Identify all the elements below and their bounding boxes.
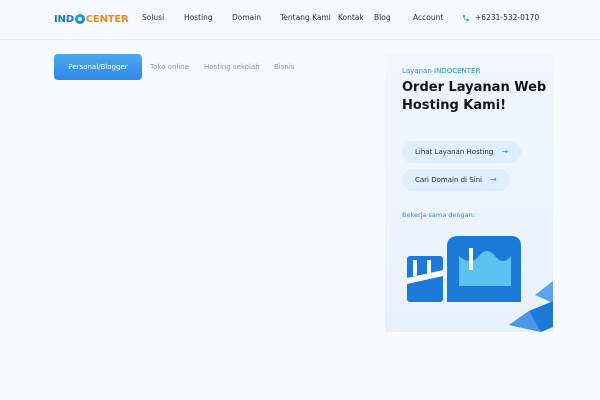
arrow-right-icon: →	[490, 175, 497, 184]
logo-text-part2: CENTER	[85, 13, 129, 25]
nav-tentang-kami[interactable]: Tentang Kami	[280, 13, 331, 22]
arrow-right-icon: →	[501, 147, 509, 156]
phone-icon	[463, 14, 469, 21]
phone-number: +6231-532-0170	[475, 13, 540, 22]
button-label: Lihat Layanan Hosting	[415, 148, 494, 156]
tab-toko-online[interactable]: Toko online	[150, 54, 189, 80]
tab-personal-blogger[interactable]: Personal/Blogger	[54, 54, 142, 80]
panel-kicker: Layanan INDOCENTER	[402, 67, 481, 75]
order-panel: Layanan INDOCENTER Order Layanan Web Hos…	[385, 53, 553, 332]
category-tabs: Personal/Blogger Toko online Hosting sek…	[54, 54, 364, 80]
decorative-shape	[509, 281, 553, 332]
partner-label: Bekerja sama dengan:	[402, 211, 475, 219]
nav-blog[interactable]: Blog	[374, 13, 391, 22]
logo-globe-icon	[74, 14, 85, 24]
button-label: Cari Domain di Sini	[415, 176, 482, 184]
lihat-layanan-hosting-button[interactable]: Lihat Layanan Hosting →	[402, 141, 522, 163]
nav-kontak[interactable]: Kontak	[338, 13, 364, 22]
panel-title: Order Layanan Web Hosting Kami!	[402, 80, 547, 113]
phone-link[interactable]: +6231-532-0170	[462, 13, 539, 22]
logo-text-part1: IND	[54, 13, 74, 25]
cari-domain-button[interactable]: Cari Domain di Sini →	[402, 169, 510, 191]
site-header: IND CENTER Solusi Hosting Domain Tentang…	[0, 0, 600, 40]
tab-hosting-sekolah[interactable]: Hosting sekolah	[204, 54, 260, 80]
nav-domain[interactable]: Domain	[232, 13, 261, 22]
nav-hosting[interactable]: Hosting	[184, 13, 213, 22]
indocenter-logo[interactable]: IND CENTER	[54, 12, 129, 26]
nav-account[interactable]: Account	[413, 13, 443, 22]
partner-logo	[407, 236, 521, 302]
nav-solusi[interactable]: Solusi	[142, 13, 164, 22]
tab-bisnis[interactable]: Bisnis	[274, 54, 294, 80]
